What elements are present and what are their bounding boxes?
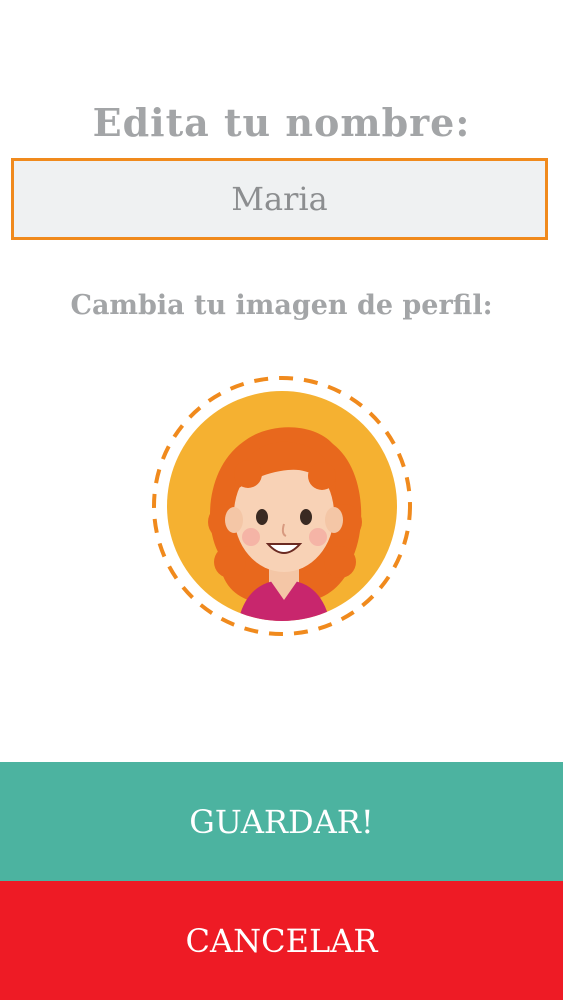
change-image-label: Cambia tu imagen de perfil:	[70, 290, 493, 321]
cancel-button[interactable]: CANCELAR	[0, 881, 563, 1000]
edit-name-label: Edita tu nombre:	[92, 100, 471, 145]
name-input[interactable]	[14, 179, 545, 219]
save-button[interactable]: GUARDAR!	[0, 762, 563, 881]
name-field[interactable]	[11, 158, 548, 240]
avatar-icon	[152, 376, 412, 636]
avatar-picker[interactable]	[148, 372, 416, 640]
